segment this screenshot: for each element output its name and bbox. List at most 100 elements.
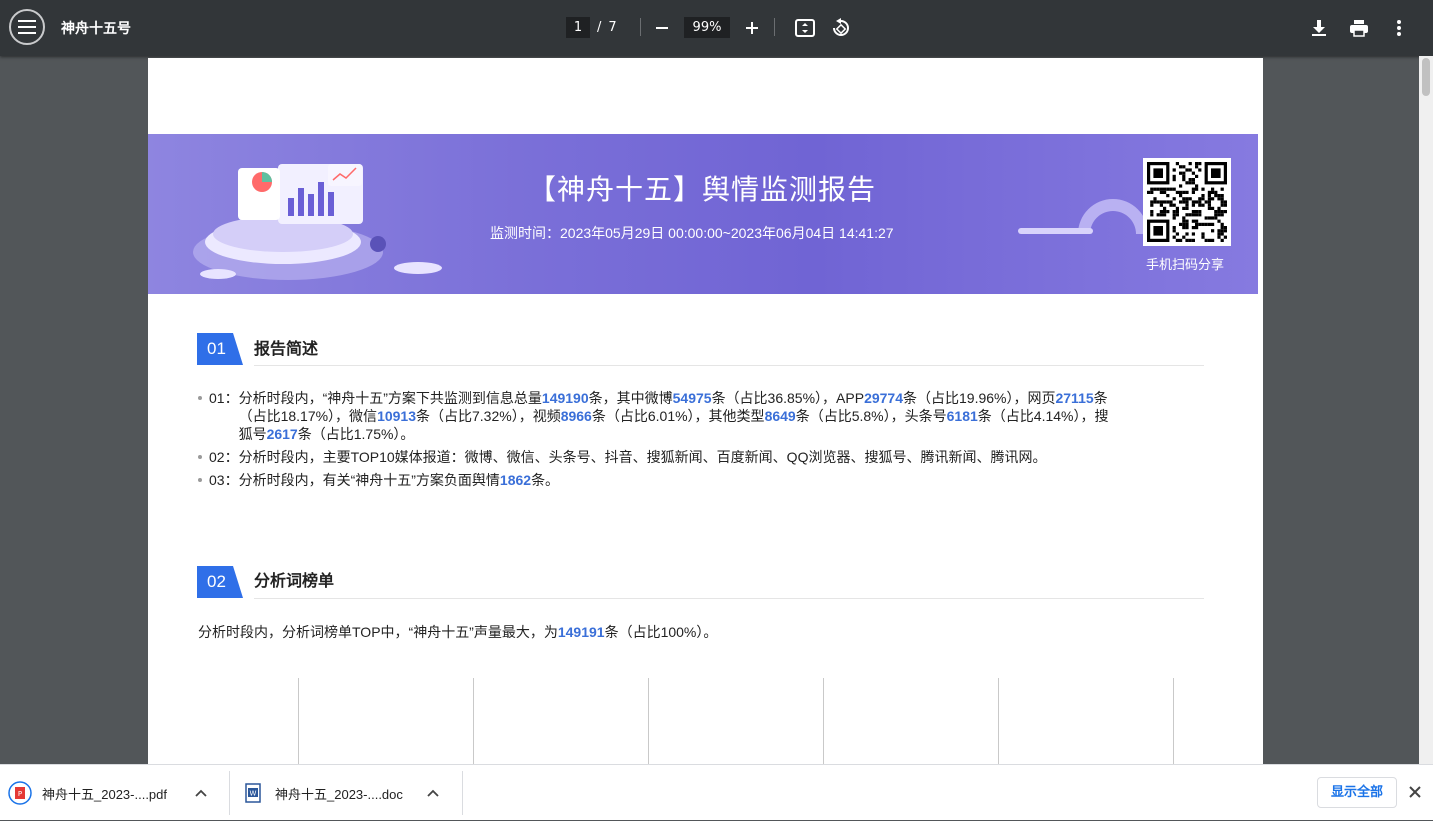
summary-item: 03： 分析时段内，有关“神舟十五”方案负面舆情1862条。 (198, 471, 1208, 489)
close-icon[interactable] (1406, 783, 1424, 801)
item-text: 条 (1093, 390, 1108, 406)
chart-gridline (998, 678, 999, 764)
item-line: 分析时段内，“神舟十五”方案下共监测到信息总量149190条，其中微博54975… (239, 390, 1108, 406)
section-number-badge: 02 (197, 566, 243, 598)
minus-icon (656, 27, 668, 29)
highlight-number: 149191 (557, 624, 605, 640)
toolbar-divider (640, 18, 641, 36)
section-title: 分析词榜单 (254, 571, 335, 590)
highlight-number: 8649 (764, 408, 796, 424)
item-text: 分析时段内，主要TOP10媒体报道：微博、微信、头条号、抖音、搜狐新闻、百度新闻… (238, 449, 1047, 465)
rotate-button[interactable] (828, 15, 854, 41)
item-text: 条。 (531, 472, 560, 488)
summary-item: 01： 分析时段内，“神舟十五”方案下共监测到信息总量149190条，其中微博5… (198, 389, 1208, 443)
download-icon (1312, 20, 1326, 36)
bullet-dot (198, 396, 202, 400)
chevron-up-icon[interactable] (427, 789, 439, 797)
print-button[interactable] (1346, 15, 1372, 41)
item-line: （占比18.17%），微信10913条（占比7.32%），视频8966条（占比6… (239, 408, 1109, 424)
bullet-dot (198, 478, 202, 482)
item-prefix: 02： (209, 449, 239, 465)
highlight-number: 29774 (864, 390, 903, 406)
download-item[interactable]: W 神舟十五_2023-....doc (244, 765, 439, 821)
item-text: 条（占比1.75%）。 (297, 426, 415, 442)
report-title: 【神舟十五】舆情监测报告 (528, 173, 877, 206)
chart-gridline (298, 678, 299, 764)
report-banner: 【神舟十五】舆情监测报告 监测时间：2023年05月29日 00:00:00~2… (148, 134, 1258, 294)
para-text: 条（占比100%）。 (604, 624, 718, 640)
svg-text:W: W (250, 790, 257, 798)
download-item[interactable]: P 神舟十五_2023-....pdf (8, 765, 207, 821)
highlight-number: 10913 (377, 408, 416, 424)
item-text: 条（占比5.8%），头条号 (795, 408, 947, 424)
highlight-number: 6181 (946, 408, 978, 424)
item-text: 分析时段内，“神舟十五”方案下共监测到信息总量 (238, 390, 542, 406)
para-text: 分析时段内，分析词榜单TOP中，“神舟十五”声量最大，为 (198, 624, 558, 640)
print-icon (1350, 20, 1368, 37)
item-prefix: 03： (209, 472, 239, 488)
highlight-number: 27115 (1055, 390, 1094, 406)
item-text: 条（占比6.01%），其他类型 (591, 408, 765, 424)
summary-item: 02： 分析时段内，主要TOP10媒体报道：微博、微信、头条号、抖音、搜狐新闻、… (198, 448, 1208, 466)
download-separator (229, 771, 230, 815)
fit-to-page-button[interactable] (792, 15, 818, 41)
word-file-icon: W (245, 783, 261, 803)
rotate-icon (833, 18, 849, 36)
page-total: 7 (608, 20, 617, 35)
highlight-number: 1862 (499, 472, 532, 488)
download-shelf: P 神舟十五_2023-....pdf W 神舟十五_2023-....doc … (0, 764, 1433, 820)
show-all-button[interactable]: 显示全部 (1317, 777, 1397, 808)
zoom-level-input[interactable]: 99% (684, 17, 730, 38)
bullet-dot (198, 455, 202, 459)
chevron-up-icon[interactable] (195, 789, 207, 797)
item-text: 条（占比7.32%），视频 (416, 408, 561, 424)
qr-caption: 手机扫码分享 (1146, 258, 1225, 273)
chart-gridline (1173, 678, 1174, 764)
menu-button[interactable] (9, 9, 45, 45)
item-text: 条（占比19.96%），网页 (903, 390, 1056, 406)
fit-page-icon (795, 19, 815, 37)
zoom-in-button[interactable] (739, 15, 765, 41)
ranking-summary: 分析时段内，分析词榜单TOP中，“神舟十五”声量最大，为149191条（占比10… (198, 622, 717, 642)
section-number-badge: 01 (197, 333, 243, 365)
highlight-number: 2617 (266, 426, 298, 442)
svg-text:P: P (18, 790, 22, 798)
download-filename: 神舟十五_2023-....doc (275, 786, 403, 802)
highlight-number: 8966 (560, 408, 592, 424)
highlight-number: 54975 (672, 390, 712, 406)
item-text: 分析时段内，有关“神舟十五”方案负面舆情 (238, 472, 500, 488)
pdf-file-icon: P (8, 781, 32, 805)
analytics-illustration (193, 164, 442, 280)
item-text: 条（占比4.14%），搜 (977, 408, 1109, 424)
item-text: 条（占比36.85%），APP (711, 390, 865, 406)
page-separator: / (597, 20, 602, 35)
item-text: （占比18.17%），微信 (238, 408, 378, 424)
document-title: 神舟十五号 (61, 21, 131, 37)
page-number-input[interactable]: 1 (566, 17, 590, 38)
vertical-scrollbar[interactable] (1419, 56, 1433, 764)
section-divider (254, 598, 1204, 599)
scrollbar-thumb[interactable] (1422, 58, 1430, 96)
toolbar-divider (774, 18, 775, 36)
section-divider (254, 365, 1204, 366)
plus-icon (746, 22, 758, 34)
chart-gridline (823, 678, 824, 764)
chart-gridline (648, 678, 649, 764)
zoom-out-button[interactable] (649, 15, 675, 41)
download-button[interactable] (1306, 15, 1332, 41)
highlight-number: 149190 (541, 390, 589, 406)
item-text: 狐号 (238, 426, 267, 442)
download-separator (462, 771, 463, 815)
item-prefix: 01： (209, 390, 239, 406)
pdf-page: 【神舟十五】舆情监测报告 监测时间：2023年05月29日 00:00:00~2… (148, 58, 1263, 764)
qr-code-image (1147, 162, 1227, 242)
section-title: 报告简述 (254, 339, 319, 358)
download-filename: 神舟十五_2023-....pdf (42, 786, 167, 802)
pdf-toolbar: 神舟十五号 1 / 7 99% (0, 0, 1433, 56)
share-qr-code[interactable] (1143, 158, 1231, 246)
chart-gridline (473, 678, 474, 764)
more-options-button[interactable] (1386, 15, 1412, 41)
more-vertical-icon (1397, 20, 1401, 36)
hamburger-menu-icon (18, 20, 36, 34)
page-navigator: 1 / 7 (566, 17, 617, 38)
